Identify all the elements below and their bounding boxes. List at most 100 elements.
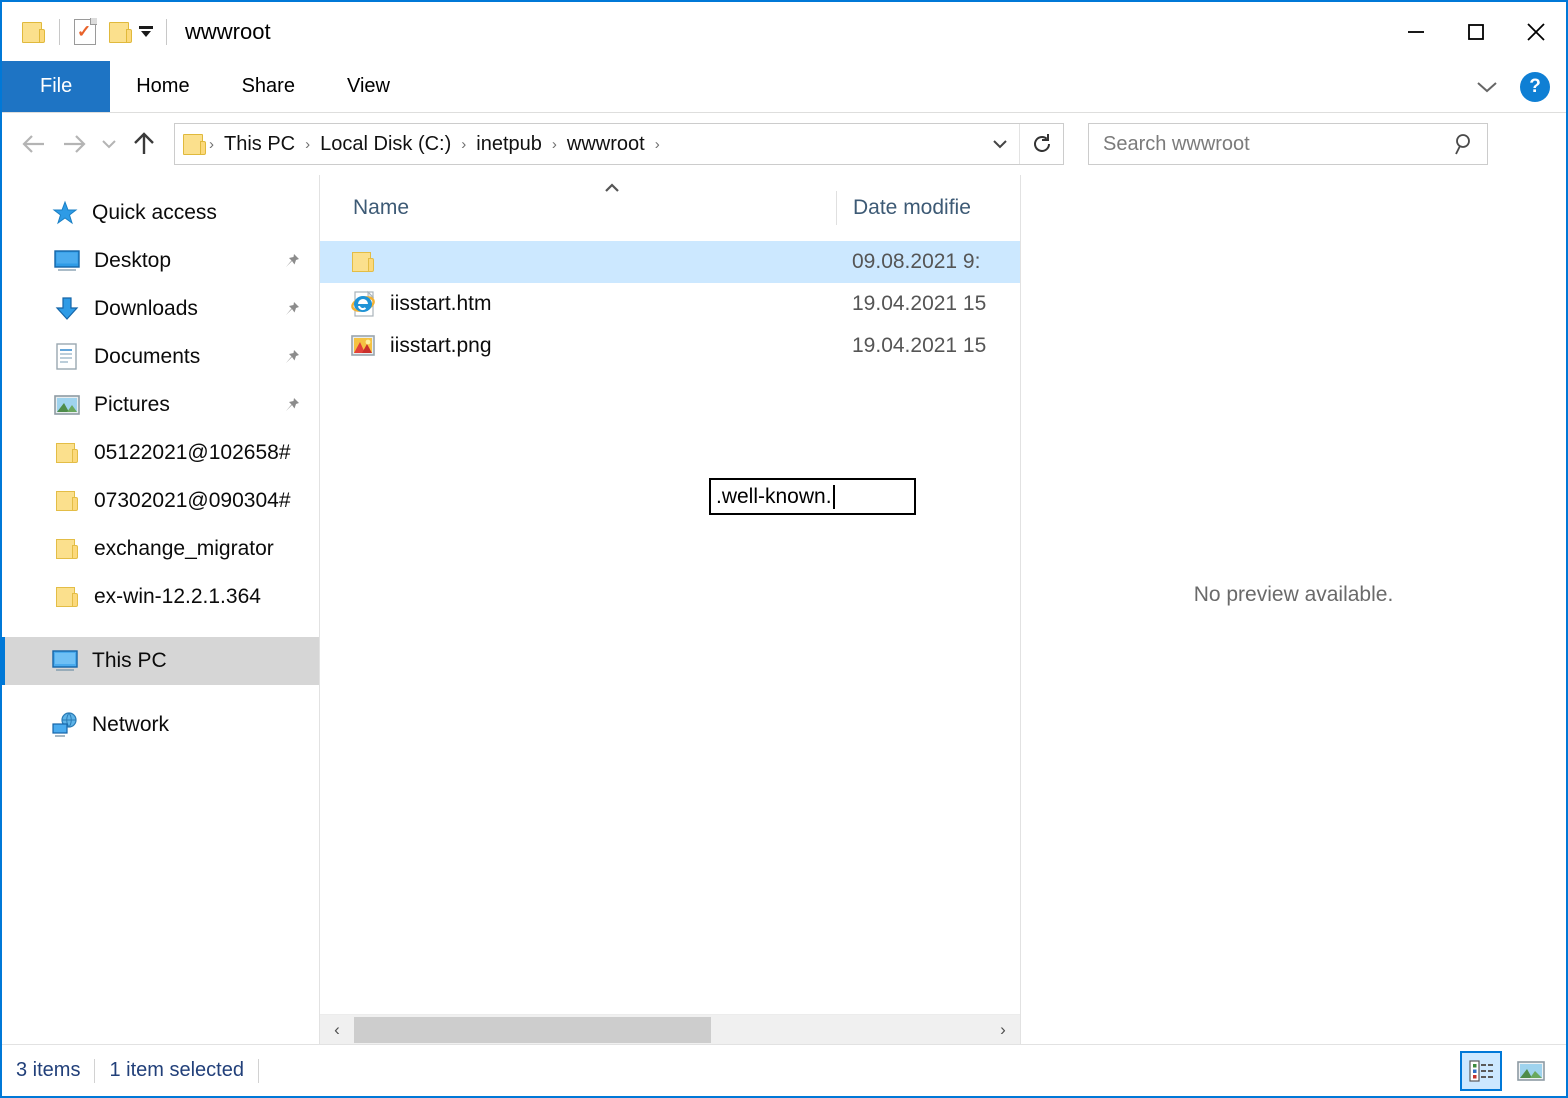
- tab-home[interactable]: Home: [110, 61, 215, 112]
- search-icon[interactable]: [1443, 132, 1487, 156]
- file-name-cell: [320, 248, 836, 276]
- new-folder-icon[interactable]: [106, 17, 136, 47]
- rename-input[interactable]: .well-known.: [709, 478, 916, 515]
- qat-divider-1: [59, 18, 60, 45]
- help-icon[interactable]: ?: [1520, 71, 1550, 102]
- pin-icon[interactable]: [283, 348, 301, 366]
- folder-icon: [350, 248, 380, 276]
- sidebar-item-label-05122021: 05122021@102658#: [94, 441, 291, 464]
- up-button[interactable]: [124, 124, 164, 164]
- file-date-cell: 19.04.2021 15: [852, 292, 987, 315]
- breadcrumb-item-local-disk[interactable]: Local Disk (C:): [312, 133, 459, 156]
- sidebar-item-label-downloads: Downloads: [94, 297, 198, 320]
- breadcrumb-separator-2[interactable]: ›: [459, 136, 468, 153]
- back-button[interactable]: [14, 124, 54, 164]
- documents-icon: [52, 342, 82, 372]
- pin-icon[interactable]: [283, 252, 301, 270]
- details-view-button[interactable]: [1460, 1050, 1502, 1091]
- tab-share-label: Share: [241, 75, 295, 97]
- sidebar-item-label-desktop: Desktop: [94, 249, 172, 272]
- sidebar-item-desktop[interactable]: Desktop: [2, 237, 319, 285]
- column-header-date-modified[interactable]: Date modifie: [836, 191, 1020, 225]
- network-icon: [50, 710, 80, 740]
- breadcrumb-separator-4[interactable]: ›: [653, 136, 662, 153]
- sidebar-item-label-this-pc: This PC: [92, 649, 167, 672]
- sidebar-item-pictures[interactable]: Pictures: [2, 381, 319, 429]
- file-date-cell: 19.04.2021 15: [852, 334, 987, 357]
- breadcrumb[interactable]: › This PC › Local Disk (C:) › inetpub › …: [174, 123, 1064, 165]
- table-row[interactable]: 09.08.2021 9:: [320, 241, 1020, 283]
- column-headers: Name Date modifie: [320, 175, 1020, 233]
- maximize-button[interactable]: [1446, 2, 1506, 61]
- desktop-icon: [52, 246, 82, 276]
- breadcrumb-separator-3[interactable]: ›: [550, 136, 559, 153]
- column-header-name[interactable]: Name: [320, 191, 836, 225]
- sidebar-item-network[interactable]: Network: [2, 701, 319, 749]
- breadcrumb-item-wwwroot[interactable]: wwwroot: [559, 133, 653, 156]
- customize-qat-icon[interactable]: [136, 21, 156, 43]
- folder-icon: [52, 582, 82, 612]
- breadcrumb-dropdown-icon[interactable]: [983, 124, 1017, 164]
- internet-explorer-icon: [350, 290, 380, 318]
- sidebar-item-this-pc[interactable]: This PC: [2, 637, 319, 685]
- file-name-cell: iisstart.png: [320, 332, 836, 360]
- status-divider-2: [257, 1058, 259, 1083]
- breadcrumb-separator-0[interactable]: ›: [207, 136, 216, 153]
- sidebar-item-downloads[interactable]: Downloads: [2, 285, 319, 333]
- recent-locations-icon[interactable]: [94, 124, 124, 164]
- title-bar: ✓ wwwroot: [2, 2, 1566, 61]
- breadcrumb-folder-icon[interactable]: [183, 133, 207, 155]
- sidebar-item-exchange-migrator[interactable]: exchange_migrator: [2, 525, 319, 573]
- scrollbar-thumb[interactable]: [354, 1016, 711, 1043]
- sidebar-item-quick-access[interactable]: Quick access: [2, 189, 319, 237]
- search-box[interactable]: [1088, 123, 1488, 165]
- column-header-name-label: Name: [353, 196, 410, 219]
- file-list-pane: Name Date modifie 09.08.2021 9: iisstart…: [320, 175, 1021, 1044]
- sidebar-item-label-documents: Documents: [94, 345, 201, 368]
- folder-icon[interactable]: [19, 17, 49, 47]
- scrollbar-track[interactable]: [354, 1015, 986, 1045]
- properties-icon[interactable]: ✓: [70, 17, 100, 47]
- item-count-label: 3 items: [16, 1059, 81, 1081]
- horizontal-scrollbar[interactable]: ‹ ›: [320, 1014, 1020, 1044]
- sidebar-item-05122021[interactable]: 05122021@102658#: [2, 429, 319, 477]
- sidebar-item-07302021[interactable]: 07302021@090304#: [2, 477, 319, 525]
- sidebar-item-label-network: Network: [92, 713, 170, 736]
- sidebar-item-documents[interactable]: Documents: [2, 333, 319, 381]
- pin-icon[interactable]: [283, 300, 301, 318]
- column-header-date-label: Date modifie: [853, 196, 971, 219]
- minimize-button[interactable]: [1386, 2, 1446, 61]
- file-name-cell: iisstart.htm: [320, 290, 836, 318]
- scroll-left-icon[interactable]: ‹: [320, 1015, 354, 1045]
- tab-share[interactable]: Share: [216, 61, 321, 112]
- breadcrumb-item-this-pc[interactable]: This PC: [216, 133, 303, 156]
- file-name-label: iisstart.png: [390, 334, 492, 357]
- quick-access-toolbar: ✓: [2, 17, 177, 47]
- chevron-down-icon[interactable]: [1470, 70, 1504, 104]
- sidebar-item-label-quick-access: Quick access: [92, 201, 217, 224]
- pin-icon[interactable]: [283, 396, 301, 414]
- table-row[interactable]: iisstart.htm 19.04.2021 15: [320, 283, 1020, 325]
- tab-file[interactable]: File: [2, 61, 111, 112]
- folder-icon: [52, 534, 82, 564]
- scroll-right-icon[interactable]: ›: [986, 1015, 1020, 1045]
- close-button[interactable]: [1506, 2, 1566, 61]
- sidebar-item-ex-win[interactable]: ex-win-12.2.1.364: [2, 573, 319, 621]
- forward-button[interactable]: [54, 124, 94, 164]
- table-row[interactable]: iisstart.png 19.04.2021 15: [320, 325, 1020, 367]
- folder-icon: [52, 438, 82, 468]
- file-explorer-window: ✓ wwwroot File Home Share View ? › This …: [0, 0, 1568, 1098]
- breadcrumb-item-inetpub[interactable]: inetpub: [468, 133, 550, 156]
- refresh-icon[interactable]: [1019, 124, 1063, 164]
- pictures-icon: [52, 390, 82, 420]
- tab-view[interactable]: View: [321, 61, 416, 112]
- tab-home-label: Home: [136, 75, 190, 97]
- selection-count-label: 1 item selected: [109, 1059, 244, 1081]
- large-icons-view-button[interactable]: [1510, 1051, 1552, 1091]
- search-input[interactable]: [1089, 132, 1443, 156]
- breadcrumb-separator-1[interactable]: ›: [303, 136, 312, 153]
- view-mode-buttons: [1460, 1045, 1552, 1096]
- qat-divider-2: [166, 18, 167, 45]
- this-pc-icon: [50, 646, 80, 676]
- navigation-pane: Quick access Desktop Downloads Documents…: [2, 175, 320, 1044]
